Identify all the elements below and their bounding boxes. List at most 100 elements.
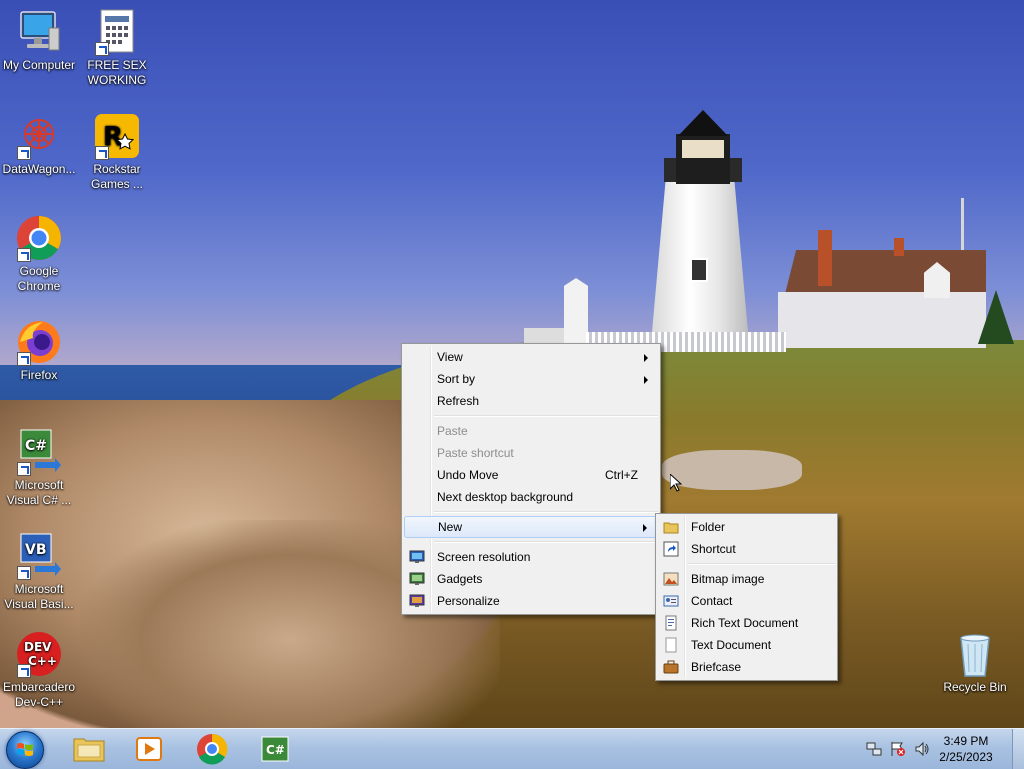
menu-item-label: Sort by: [437, 372, 476, 386]
desktop-icon-dev-cpp[interactable]: DEV C++ Embarcadero Dev-C++: [0, 630, 78, 710]
desktop-icon-google-chrome[interactable]: Google Chrome: [0, 214, 78, 294]
svg-text:C#: C#: [25, 438, 47, 454]
shortcut-arrow-icon: [95, 42, 109, 56]
gadgets-icon: [409, 571, 425, 587]
desktop-icon-datawagon[interactable]: DataWagon...: [0, 112, 78, 177]
menu-item-label: Contact: [691, 594, 733, 608]
menu-item-sort-by[interactable]: Sort by: [404, 368, 658, 390]
submenu-arrow-icon: [644, 354, 648, 362]
show-desktop-button[interactable]: [1012, 729, 1024, 769]
screen-resolution-icon: [409, 549, 425, 565]
shortcut-arrow-icon: [17, 146, 31, 160]
wallpaper-chimney: [894, 238, 904, 256]
desktop-icon-label: Recycle Bin: [943, 680, 1007, 694]
text-document-icon: [663, 637, 679, 653]
wallpaper-house: [778, 292, 986, 348]
desktop-icon-label: Microsoft Visual Basi...: [4, 582, 74, 611]
menu-item-paste-shortcut[interactable]: Paste shortcut: [404, 442, 658, 464]
datawagon-icon: [15, 112, 63, 160]
menu-item-gadgets[interactable]: Gadgets: [404, 568, 658, 590]
menu-separator: [434, 415, 658, 417]
taskbar-media-player-button[interactable]: [128, 733, 170, 765]
menu-item-refresh[interactable]: Refresh: [404, 390, 658, 412]
menu-item-undo-move[interactable]: Undo Move Ctrl+Z: [404, 464, 658, 486]
start-button[interactable]: [6, 731, 44, 769]
shortcut-arrow-icon: [17, 352, 31, 366]
shortcut-arrow-icon: [17, 248, 31, 262]
menu-item-new[interactable]: New: [404, 516, 658, 538]
desktop-icon-free-sex-working[interactable]: FREE SEX WORKING: [78, 8, 156, 88]
menu-item-label: Shortcut: [691, 542, 736, 556]
menu-item-label: Personalize: [437, 594, 500, 608]
visual-csharp-icon: C#: [261, 736, 289, 762]
menu-item-new-briefcase[interactable]: Briefcase: [658, 656, 835, 678]
menu-item-next-desktop-background[interactable]: Next desktop background: [404, 486, 658, 508]
menu-item-label: Folder: [691, 520, 726, 534]
windows-logo-icon: [17, 743, 33, 756]
keyboard-shortcut: Ctrl+Z: [605, 468, 638, 482]
wallpaper-rock: [662, 450, 802, 490]
menu-separator: [434, 541, 658, 543]
rich-text-icon: [663, 615, 679, 631]
desktop-icon-my-computer[interactable]: My Computer: [0, 8, 78, 73]
desktop-icon-label: My Computer: [2, 58, 76, 72]
menu-item-new-text-document[interactable]: Text Document: [658, 634, 835, 656]
desktop-icon-label: Rockstar Games ...: [90, 162, 143, 191]
media-player-icon: [136, 737, 162, 761]
action-center-flag-icon[interactable]: [890, 741, 906, 757]
menu-item-paste[interactable]: Paste: [404, 420, 658, 442]
desktop-icon-visual-basic[interactable]: VB Microsoft Visual Basi...: [0, 532, 78, 612]
desktop-icon-label: Microsoft Visual C# ...: [6, 478, 72, 507]
menu-item-label: Text Document: [691, 638, 772, 652]
menu-item-label: Screen resolution: [437, 550, 531, 564]
desktop-context-menu: View Sort by Refresh Paste Paste shortcu…: [401, 343, 661, 615]
mouse-cursor-icon: [670, 474, 682, 492]
wallpaper-chimney: [818, 230, 832, 286]
desktop-icon-recycle-bin[interactable]: Recycle Bin: [936, 630, 1014, 695]
menu-item-screen-resolution[interactable]: Screen resolution: [404, 546, 658, 568]
menu-item-new-contact[interactable]: Contact: [658, 590, 835, 612]
menu-item-new-shortcut[interactable]: Shortcut: [658, 538, 835, 560]
visual-csharp-icon: C#: [15, 428, 63, 476]
recycle-bin-icon: [951, 630, 999, 678]
menu-item-new-bitmap[interactable]: Bitmap image: [658, 568, 835, 590]
bitmap-icon: [663, 571, 679, 587]
desktop-icon-label: FREE SEX WORKING: [87, 58, 147, 87]
clock-time: 3:49 PM: [943, 734, 989, 748]
visual-basic-icon: VB: [15, 532, 63, 580]
shortcut-arrow-icon: [17, 462, 31, 476]
network-icon[interactable]: [866, 741, 882, 757]
rockstar-icon: R: [93, 112, 141, 160]
taskbar-chrome-button[interactable]: [191, 733, 233, 765]
svg-text:DEV: DEV: [24, 640, 52, 654]
wallpaper-lighthouse: [652, 182, 748, 332]
menu-item-view[interactable]: View: [404, 346, 658, 368]
svg-text:VB: VB: [25, 542, 47, 558]
desktop-icon-visual-csharp[interactable]: C# Microsoft Visual C# ...: [0, 428, 78, 508]
new-submenu: Folder Shortcut Bitmap image Contact Ric…: [655, 513, 838, 681]
desktop-icon-label: Google Chrome: [17, 264, 61, 293]
volume-icon[interactable]: [914, 741, 930, 757]
desktop-icon-firefox[interactable]: Firefox: [0, 318, 78, 383]
taskbar-explorer-button[interactable]: [68, 733, 110, 765]
shortcut-arrow-icon: [95, 146, 109, 160]
chrome-icon: [15, 214, 63, 262]
menu-separator: [688, 563, 835, 565]
wallpaper-house-roof: [784, 250, 986, 298]
desktop-icon-label: Embarcadero Dev-C++: [2, 680, 76, 709]
menu-item-new-rich-text-document[interactable]: Rich Text Document: [658, 612, 835, 634]
menu-item-label: Refresh: [437, 394, 480, 408]
menu-item-label: New: [438, 520, 463, 534]
taskbar: C# 3:49 PM 2/25/2023: [0, 728, 1024, 769]
desktop-icon-label: Firefox: [20, 368, 58, 382]
submenu-arrow-icon: [644, 376, 648, 384]
shortcut-arrow-icon: [17, 664, 31, 678]
chrome-icon: [197, 733, 228, 765]
application-icon: [93, 8, 141, 56]
desktop-icon-rockstar-games[interactable]: R Rockstar Games ...: [78, 112, 156, 192]
menu-item-personalize[interactable]: Personalize: [404, 590, 658, 612]
menu-item-label: View: [437, 350, 463, 364]
menu-item-new-folder[interactable]: Folder: [658, 516, 835, 538]
taskbar-visual-csharp-button[interactable]: C#: [254, 733, 296, 765]
system-clock[interactable]: 3:49 PM 2/25/2023: [930, 733, 1002, 765]
